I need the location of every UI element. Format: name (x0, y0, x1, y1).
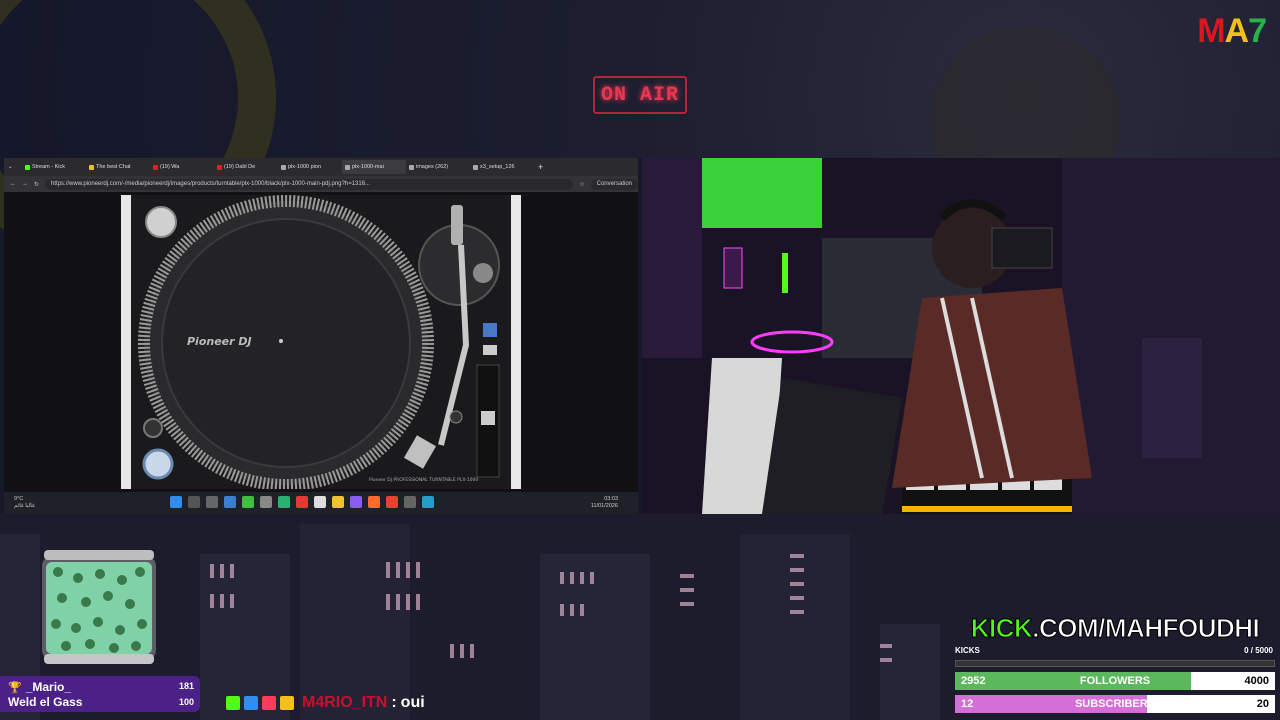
browser-tab[interactable]: images (262) (406, 160, 470, 174)
taskbar-clock[interactable]: 03:03 11/01/2026 (591, 496, 618, 510)
widgets-icon[interactable] (224, 496, 236, 508)
back-icon[interactable]: ← (10, 181, 16, 187)
forward-icon[interactable]: → (22, 181, 28, 187)
app-icon[interactable] (368, 496, 380, 508)
channel-logo: MA7 (1197, 12, 1267, 50)
browser-tab[interactable]: Stream - Kick (22, 160, 86, 174)
browser-tab[interactable]: x3_setup_126 (470, 160, 534, 174)
kick-jar-widget (42, 550, 156, 664)
kick-channel-url: KICK .COM/MAHFOUDHI (970, 612, 1260, 643)
kick-goals-panel: KICK .COM/MAHFOUDHI KICKS 0 / 5000 2952 F… (955, 612, 1275, 718)
app-icon[interactable] (350, 496, 362, 508)
alert-row: 🏆 _Mario_ (8, 680, 71, 694)
search-icon[interactable] (188, 496, 200, 508)
app-icon[interactable] (278, 496, 290, 508)
app-icon[interactable] (404, 496, 416, 508)
app-icon[interactable] (260, 496, 272, 508)
edge-icon[interactable] (422, 496, 434, 508)
conversation-button[interactable]: Conversation (590, 178, 638, 190)
vip-badge-icon (262, 696, 276, 710)
browser-tab[interactable]: plx-1000 pion (278, 160, 342, 174)
app-icon[interactable] (242, 496, 254, 508)
browser-window-capture: ⌄ Stream - Kick The best Chat (19) Wa (1… (4, 158, 638, 514)
moderator-badge-icon (244, 696, 258, 710)
task-view-icon[interactable] (206, 496, 218, 508)
browser-address-bar: ← → ↻ https://www.pioneerdj.com/-/media/… (4, 176, 638, 192)
chat-message: M4RIO_ITN : oui (226, 694, 425, 712)
crown-badge-icon (280, 696, 294, 710)
turntable-caption: Pioneer Dj PROFESSIONAL TURNTABLE PLX-10… (369, 477, 478, 483)
browser-tab-bar: ⌄ Stream - Kick The best Chat (19) Wa (1… (4, 158, 638, 176)
recent-event-alert: 🏆 _Mario_ Weld el Gass 181 100 (0, 676, 200, 712)
start-icon[interactable] (170, 496, 182, 508)
browser-tab[interactable]: The best Chat (86, 160, 150, 174)
reload-icon[interactable]: ↻ (34, 181, 39, 188)
turntable-brand: Pioneer DJ (187, 335, 252, 348)
folder-icon[interactable] (332, 496, 344, 508)
app-icon[interactable] (314, 496, 326, 508)
on-air-sign: ON AIR (593, 76, 687, 114)
kicks-progress-bar (955, 660, 1275, 667)
tab-menu-icon[interactable]: ⌄ (8, 164, 22, 170)
browser-tab[interactable]: plx-1000-mai (342, 160, 406, 174)
new-tab-icon[interactable]: + (538, 162, 543, 172)
browser-tab[interactable]: (19) Wa (150, 160, 214, 174)
alert-value: 181 (178, 681, 194, 691)
url-field[interactable]: https://www.pioneerdj.com/-/media/pionee… (45, 178, 574, 190)
alert-message: Weld el Gass (8, 695, 83, 709)
subscribers-goal-bar: 12 SUBSCRIBERS 20 (955, 695, 1275, 713)
trophy-icon: 🏆 (8, 681, 22, 694)
weather-widget[interactable]: 9°C غالبا غائم (14, 496, 35, 510)
chat-separator: : (391, 694, 397, 711)
browser-tab[interactable]: (19) Dabl De (214, 160, 278, 174)
chrome-icon[interactable] (386, 496, 398, 508)
alert-value: 100 (178, 697, 194, 707)
windows-taskbar: 9°C غالبا غائم 03:03 11/01/2026 (4, 492, 638, 514)
taskbar-icons (170, 496, 434, 508)
kick-badge-icon (226, 696, 240, 710)
kicks-goal: KICKS 0 / 5000 (955, 646, 1273, 655)
chat-text: oui (400, 694, 425, 711)
page-viewport: Pioneer DJ Pioneer Dj PROFESSIONAL TURNT… (4, 192, 638, 492)
alert-username: _Mario_ (25, 680, 72, 694)
turntable-image: Pioneer DJ Pioneer Dj PROFESSIONAL TURNT… (121, 195, 521, 489)
chat-username[interactable]: M4RIO_ITN (302, 694, 387, 712)
app-icon[interactable] (296, 496, 308, 508)
followers-goal-bar: 2952 FOLLOWERS 4000 (955, 672, 1275, 690)
star-icon[interactable]: ☆ (579, 181, 584, 188)
webcam-feed (642, 158, 1280, 514)
